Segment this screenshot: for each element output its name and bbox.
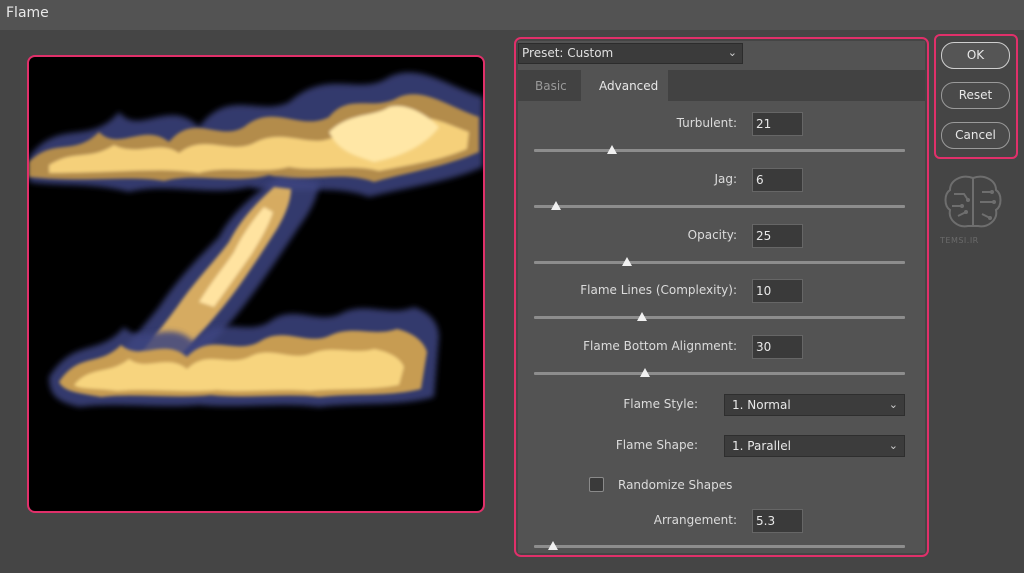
randomize-shapes-label: Randomize Shapes — [618, 478, 733, 492]
chevron-down-icon: ⌄ — [727, 46, 737, 59]
tab-strip: Basic Advanced — [518, 70, 925, 101]
turbulent-label: Turbulent: — [676, 116, 737, 130]
flame-shape-value: 1. Parallel — [732, 439, 791, 453]
preset-dropdown[interactable]: Preset: Custom ⌄ — [518, 43, 743, 64]
cancel-button[interactable]: Cancel — [941, 122, 1010, 149]
chevron-down-icon: ⌄ — [888, 439, 898, 452]
ok-button[interactable]: OK — [941, 42, 1010, 69]
flame-lines-slider[interactable] — [534, 316, 905, 319]
flame-preview-image — [29, 72, 483, 407]
turbulent-slider-thumb[interactable] — [606, 145, 617, 154]
turbulent-input[interactable]: 21 — [752, 112, 803, 136]
bottom-alignment-slider-thumb[interactable] — [640, 368, 651, 377]
opacity-slider[interactable] — [534, 261, 905, 264]
flame-preview — [27, 55, 485, 513]
opacity-slider-thumb[interactable] — [621, 257, 632, 266]
chevron-down-icon: ⌄ — [888, 398, 898, 411]
tab-basic-label: Basic — [535, 79, 567, 93]
arrangement-slider-thumb[interactable] — [547, 541, 558, 550]
arrangement-slider[interactable] — [534, 545, 905, 548]
flame-style-value: 1. Normal — [732, 398, 791, 412]
bottom-alignment-slider[interactable] — [534, 372, 905, 375]
tab-advanced[interactable]: Advanced — [581, 70, 668, 101]
opacity-label: Opacity: — [687, 228, 737, 242]
jag-slider[interactable] — [534, 205, 905, 208]
watermark-logo: TEMSI.IR — [940, 172, 1006, 252]
title-bar: Flame — [0, 0, 1024, 30]
turbulent-slider[interactable] — [534, 149, 905, 152]
arrangement-input[interactable]: 5.3 — [752, 509, 803, 533]
bottom-alignment-input[interactable]: 30 — [752, 335, 803, 359]
flame-style-label: Flame Style: — [623, 397, 698, 411]
flame-lines-input[interactable]: 10 — [752, 279, 803, 303]
tab-advanced-label: Advanced — [599, 79, 659, 93]
jag-label: Jag: — [714, 172, 737, 186]
jag-input[interactable]: 6 — [752, 168, 803, 192]
watermark-text: TEMSI.IR — [940, 236, 979, 245]
flame-shape-select[interactable]: 1. Parallel ⌄ — [724, 435, 905, 457]
tab-basic[interactable]: Basic — [518, 70, 580, 101]
opacity-input[interactable]: 25 — [752, 224, 803, 248]
jag-slider-thumb[interactable] — [551, 201, 562, 210]
flame-lines-slider-thumb[interactable] — [636, 312, 647, 321]
window-title: Flame — [6, 5, 49, 21]
reset-button[interactable]: Reset — [941, 82, 1010, 109]
flame-style-select[interactable]: 1. Normal ⌄ — [724, 394, 905, 416]
brain-icon — [944, 175, 1002, 228]
bottom-alignment-label: Flame Bottom Alignment: — [583, 339, 737, 353]
randomize-shapes-checkbox[interactable] — [589, 477, 604, 492]
arrangement-label: Arrangement: — [653, 513, 737, 527]
flame-shape-label: Flame Shape: — [615, 438, 698, 452]
preset-label: Preset: Custom — [522, 46, 614, 60]
flame-lines-label: Flame Lines (Complexity): — [580, 283, 737, 297]
